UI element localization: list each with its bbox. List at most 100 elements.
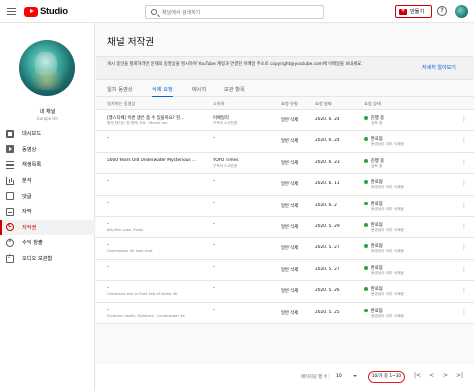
banner-text: 게시 중인을 철회하려면 문제의 동영상을 명시하여 YouTube 계정과 연…: [107, 62, 363, 67]
rows-per-page-select[interactable]: 10: [336, 374, 342, 379]
more-options-icon[interactable]: ⋮: [461, 116, 467, 123]
table-row[interactable]: – – 일반 삭제 2020. 5. 27 완료됨 동영상이 이미 삭제됨 ⋮: [96, 259, 474, 282]
sidebar-item-label: 저작권: [22, 224, 37, 231]
menu-icon[interactable]: [7, 8, 16, 15]
owner-name: –: [213, 136, 216, 142]
video-icon: [6, 145, 14, 154]
status-dot-icon: [364, 244, 368, 249]
owner-name: –: [213, 307, 216, 313]
owner-name: –: [213, 221, 216, 227]
create-button[interactable]: 만들기: [395, 5, 432, 18]
more-options-icon[interactable]: ⋮: [461, 159, 467, 166]
studio-logo[interactable]: Studio: [24, 6, 68, 17]
sidebar-item-playlists[interactable]: 재생목록: [0, 157, 95, 173]
table-row[interactable]: – Jellyfish Lake, Palau – 일반 삭제 2020. 5. 29 완…: [96, 216, 474, 239]
tab-bar: 일치 동영상 삭제 요청 메시지 보관 항목: [96, 83, 474, 97]
request-date: 2020. 5. 27: [315, 266, 340, 272]
info-banner: 게시 중인을 철회하려면 문제의 동영상을 명시하여 YouTube 계정과 연…: [96, 56, 474, 80]
audio-library-icon: [6, 254, 14, 263]
table-row[interactable]: [맹스타체] 이번 생은 좀 수 있을까요? 현... 원곡 댄서는 집 판매 가…: [96, 110, 474, 132]
owner-name: YOYO Times: [213, 157, 239, 163]
dashboard-icon: [6, 129, 14, 138]
status-detail: 동영상이 이미 삭제됨: [371, 313, 404, 318]
video-title[interactable]: –: [107, 179, 202, 184]
video-subtitle: Underwater 4K look shot: [107, 249, 153, 254]
more-options-icon[interactable]: ⋮: [461, 223, 467, 230]
account-avatar[interactable]: [455, 5, 468, 18]
status-dot-icon: [364, 201, 368, 206]
more-options-icon[interactable]: ⋮: [461, 309, 467, 316]
video-title[interactable]: –: [107, 265, 202, 270]
column-header-video: 일치하는 동영상: [107, 101, 136, 106]
learn-more-link[interactable]: 자세히 알아보기: [422, 64, 456, 71]
request-date: 2020. 6. 2: [315, 202, 337, 208]
chevron-down-icon[interactable]: [353, 375, 357, 377]
copyright-icon: [6, 223, 14, 232]
tab-matches[interactable]: 일치 동영상: [107, 86, 133, 97]
channel-name: 내 채널: [39, 109, 56, 115]
table-row[interactable]: – Southern Atolls, Maldives - Underwater …: [96, 302, 474, 324]
sidebar-item-comments[interactable]: 댓글: [0, 188, 95, 204]
sidebar-item-videos[interactable]: 동영상: [0, 142, 95, 158]
sidebar-item-label: 오디오 보관함: [22, 256, 53, 263]
table-row[interactable]: – – 일반 삭제 2020. 6. 2 완료됨 동영상이 이미 삭제됨 ⋮: [96, 195, 474, 217]
owner-name: –: [213, 179, 216, 185]
search-input[interactable]: [162, 8, 312, 17]
request-date: 2020. 6. 24: [315, 117, 340, 122]
status-detail: 동영상이 이미 삭제됨: [371, 142, 404, 147]
status-detail: 동영상이 이미 삭제됨: [371, 206, 404, 211]
next-page-icon[interactable]: >: [443, 372, 448, 379]
sidebar-item-dashboard[interactable]: 대시보드: [0, 126, 95, 142]
rows-per-page-label: 페이지당 행 수:: [301, 375, 329, 380]
video-subtitle: Southern Atolls, Maldives - Underwater 4…: [107, 313, 185, 318]
more-options-icon[interactable]: ⋮: [461, 287, 467, 294]
sidebar-item-analytics[interactable]: 분석: [0, 173, 95, 189]
first-page-icon[interactable]: |<: [414, 372, 421, 379]
more-options-icon[interactable]: ⋮: [461, 137, 467, 144]
channel-avatar[interactable]: [19, 40, 75, 96]
sidebar-item-subtitles[interactable]: 자막: [0, 204, 95, 220]
tab-messages[interactable]: 메시지: [192, 86, 206, 97]
status-detail: 동영상이 이미 삭제됨: [371, 270, 404, 275]
table-row[interactable]: 5000 Years Old Underwater Mysterious ...…: [96, 152, 474, 175]
column-header-status: 요청 상태: [364, 101, 381, 106]
video-title[interactable]: –: [107, 308, 202, 313]
table-row[interactable]: – Christmas eve in East Sea of Korea 4K – 일…: [96, 281, 474, 303]
help-icon[interactable]: ?: [437, 6, 447, 16]
request-type: 일반 삭제: [281, 310, 299, 316]
search-box[interactable]: [145, 5, 324, 19]
main-content: 채널 저작권 게시 중인을 철회하려면 문제의 동영상을 명시하여 YouTub…: [96, 23, 474, 391]
tab-archived[interactable]: 보관 항목: [224, 86, 245, 97]
video-title[interactable]: –: [107, 201, 202, 206]
request-type: 일반 삭제: [281, 224, 299, 230]
sidebar-item-copyright[interactable]: 저작권: [0, 219, 95, 236]
sidebar-item-label: 동영상: [22, 146, 37, 153]
video-title[interactable]: 5000 Years Old Underwater Mysterious ...: [107, 158, 202, 163]
more-options-icon[interactable]: ⋮: [461, 266, 467, 273]
more-options-icon[interactable]: ⋮: [461, 244, 467, 251]
request-type: 일반 삭제: [281, 246, 299, 252]
prev-page-icon[interactable]: <: [429, 372, 434, 379]
status-dot-icon: [364, 158, 368, 163]
video-title[interactable]: –: [107, 286, 202, 291]
status-detail: 동영상이 이미 삭제됨: [371, 185, 404, 190]
sidebar-item-monetization[interactable]: 수익 창출: [0, 235, 95, 251]
status-dot-icon: [364, 180, 368, 185]
sidebar-item-label: 댓글: [22, 193, 32, 200]
sidebar-item-audio-library[interactable]: 오디오 보관함: [0, 251, 95, 267]
table-row[interactable]: – Underwater 4K look shot – 일반 삭제 2020. 5. 2…: [96, 238, 474, 260]
table-row[interactable]: – – 일반 삭제 2020. 6. 11 완료됨 동영상이 이미 삭제됨 ⋮: [96, 174, 474, 196]
video-title[interactable]: –: [107, 243, 202, 248]
last-page-icon[interactable]: >|: [456, 372, 463, 379]
video-title[interactable]: –: [107, 222, 202, 227]
table-row[interactable]: – – 일반 삭제 2020. 6. 24 완료됨 동영상이 이미 삭제됨 ⋮: [96, 131, 474, 153]
tab-removal-requests[interactable]: 삭제 요청: [152, 86, 173, 97]
more-options-icon[interactable]: ⋮: [461, 202, 467, 209]
video-title[interactable]: –: [107, 136, 202, 141]
sidebar-item-label: 대시보드: [22, 131, 42, 138]
request-type: 일반 삭제: [281, 160, 299, 166]
request-date: 2020. 6. 24: [315, 138, 340, 144]
request-date: 2020. 5. 25: [315, 309, 340, 315]
more-options-icon[interactable]: ⋮: [461, 180, 467, 187]
request-date: 2020. 6. 11: [315, 181, 340, 187]
